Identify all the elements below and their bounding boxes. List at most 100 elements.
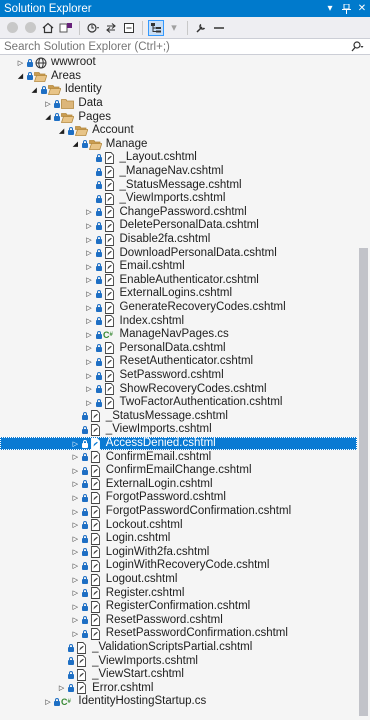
tree-item[interactable]: _Layout.cshtml — [0, 151, 357, 165]
tree-item[interactable]: ▷ ForgotPasswordConfirmation.cshtml — [0, 505, 357, 519]
forward-icon[interactable] — [22, 20, 38, 36]
tree-item[interactable]: ▷ TwoFactorAuthentication.cshtml — [0, 396, 357, 410]
expand-arrow-icon[interactable]: ▷ — [85, 384, 94, 394]
tree-item[interactable]: ▷ C # ManageNavPages.cs — [0, 328, 357, 342]
expand-arrow-icon[interactable]: ▷ — [71, 466, 80, 476]
search-icon[interactable] — [344, 41, 370, 52]
collapse-arrow-icon[interactable]: ◢ — [30, 85, 39, 95]
expand-arrow-icon[interactable]: ▷ — [71, 547, 80, 557]
expand-arrow-icon[interactable]: ▷ — [71, 479, 80, 489]
expand-arrow-icon[interactable]: ▷ — [16, 58, 25, 68]
expand-arrow-icon[interactable]: ▷ — [57, 683, 66, 693]
tree-item[interactable]: ◢ Areas — [0, 70, 357, 84]
collapse-arrow-icon[interactable]: ◢ — [16, 71, 25, 81]
tree-item[interactable]: ▷ LoginWithRecoveryCode.cshtml — [0, 559, 357, 573]
dropdown-icon[interactable]: ▾ — [322, 1, 338, 17]
tree-item[interactable]: _ViewImports.cshtml — [0, 423, 357, 437]
tree-item[interactable]: ▷ EnableAuthenticator.cshtml — [0, 274, 357, 288]
show-all-files-icon[interactable] — [148, 19, 164, 36]
expand-arrow-icon[interactable]: ▷ — [71, 520, 80, 530]
expand-arrow-icon[interactable]: ▷ — [71, 561, 80, 571]
tree-item[interactable]: ▷ DownloadPersonalData.cshtml — [0, 246, 357, 260]
tree-item[interactable]: ▷ Data — [0, 97, 357, 111]
collapse-arrow-icon[interactable]: ◢ — [43, 112, 52, 122]
scrollbar-thumb[interactable] — [359, 248, 368, 716]
search-input[interactable] — [4, 40, 344, 53]
expand-arrow-icon[interactable]: ▷ — [85, 221, 94, 231]
tree-item[interactable]: ▷ GenerateRecoveryCodes.cshtml — [0, 301, 357, 315]
tree-item[interactable]: ▷ ExternalLogins.cshtml — [0, 287, 357, 301]
expand-arrow-icon[interactable]: ▷ — [71, 615, 80, 625]
tree-item[interactable]: ▷ wwwroot — [0, 56, 357, 70]
tree-item[interactable]: ▷ SetPassword.cshtml — [0, 369, 357, 383]
expand-arrow-icon[interactable]: ▷ — [85, 235, 94, 245]
expand-arrow-icon[interactable]: ▷ — [71, 452, 80, 462]
tree-item[interactable]: ▷ ConfirmEmailChange.cshtml — [0, 464, 357, 478]
tree-item[interactable]: ▷ ShowRecoveryCodes.cshtml — [0, 382, 357, 396]
sync-icon[interactable] — [103, 20, 119, 36]
tree-item[interactable]: ◢ Pages — [0, 110, 357, 124]
expand-arrow-icon[interactable]: ▷ — [85, 207, 94, 217]
tree-item[interactable]: ◢ Account — [0, 124, 357, 138]
tree-item[interactable]: ▷ ExternalLogin.cshtml — [0, 478, 357, 492]
home-icon[interactable] — [40, 20, 56, 36]
dropdown-arrow-icon[interactable]: ▾ — [166, 20, 182, 36]
tree-item[interactable]: ▷ AccessDenied.cshtml — [0, 436, 357, 451]
tree-item[interactable]: _ValidationScriptsPartial.cshtml — [0, 641, 357, 655]
expand-arrow-icon[interactable]: ▷ — [85, 398, 94, 408]
tree-item[interactable]: _ViewStart.cshtml — [0, 668, 357, 682]
tree-item[interactable]: ▷ Login.cshtml — [0, 532, 357, 546]
expand-arrow-icon[interactable]: ▷ — [71, 439, 80, 449]
tree-item[interactable]: ▷ Disable2fa.cshtml — [0, 233, 357, 247]
tree-item[interactable]: ▷ PersonalData.cshtml — [0, 342, 357, 356]
tree-item[interactable]: ◢ Identity — [0, 83, 357, 97]
pending-changes-filter-icon[interactable] — [85, 20, 101, 36]
expand-arrow-icon[interactable]: ▷ — [85, 262, 94, 272]
expand-arrow-icon[interactable]: ▷ — [71, 493, 80, 503]
switch-views-icon[interactable] — [58, 20, 74, 36]
tree-item[interactable]: ◢ Manage — [0, 138, 357, 152]
expand-arrow-icon[interactable]: ▷ — [71, 534, 80, 544]
expand-arrow-icon[interactable]: ▷ — [71, 602, 80, 612]
collapse-arrow-icon[interactable]: ◢ — [57, 126, 66, 136]
expand-arrow-icon[interactable]: ▷ — [71, 629, 80, 639]
tree-item[interactable]: ▷ Lockout.cshtml — [0, 518, 357, 532]
tree-item[interactable]: _ViewImports.cshtml — [0, 654, 357, 668]
preview-icon[interactable] — [211, 20, 227, 36]
expand-arrow-icon[interactable]: ▷ — [85, 275, 94, 285]
tree-item[interactable]: ▷ ForgotPassword.cshtml — [0, 491, 357, 505]
tree-item[interactable]: ▷ C # IdentityHostingStartup.cs — [0, 695, 357, 709]
tree-item[interactable]: ▷ DeletePersonalData.cshtml — [0, 219, 357, 233]
expand-arrow-icon[interactable]: ▷ — [85, 248, 94, 258]
tree-item[interactable]: _ViewImports.cshtml — [0, 192, 357, 206]
expand-arrow-icon[interactable]: ▷ — [71, 575, 80, 585]
collapse-arrow-icon[interactable]: ◢ — [71, 139, 80, 149]
tree-item[interactable]: ▷ ResetPasswordConfirmation.cshtml — [0, 627, 357, 641]
tree-item[interactable]: ▷ Register.cshtml — [0, 586, 357, 600]
tree-item[interactable]: ▷ Logout.cshtml — [0, 573, 357, 587]
expand-arrow-icon[interactable]: ▷ — [71, 588, 80, 598]
expand-arrow-icon[interactable]: ▷ — [85, 303, 94, 313]
expand-arrow-icon[interactable]: ▷ — [43, 697, 52, 707]
close-icon[interactable]: ✕ — [354, 1, 370, 17]
tree-item[interactable]: _StatusMessage.cshtml — [0, 178, 357, 192]
tree-item[interactable]: ▷ ResetPassword.cshtml — [0, 614, 357, 628]
expand-arrow-icon[interactable]: ▷ — [85, 316, 94, 326]
expand-arrow-icon[interactable]: ▷ — [85, 289, 94, 299]
expand-arrow-icon[interactable]: ▷ — [85, 357, 94, 367]
collapse-all-icon[interactable] — [121, 20, 137, 36]
expand-arrow-icon[interactable]: ▷ — [43, 99, 52, 109]
tree-item[interactable]: ▷ LoginWith2fa.cshtml — [0, 546, 357, 560]
tree-item[interactable]: ▷ ResetAuthenticator.cshtml — [0, 355, 357, 369]
expand-arrow-icon[interactable]: ▷ — [71, 507, 80, 517]
tree-item[interactable]: _ManageNav.cshtml — [0, 165, 357, 179]
tree-item[interactable]: ▷ Error.cshtml — [0, 682, 357, 696]
tree-item[interactable]: ▷ ChangePassword.cshtml — [0, 206, 357, 220]
tree-item[interactable]: ▷ Index.cshtml — [0, 314, 357, 328]
tree-item[interactable]: ▷ Email.cshtml — [0, 260, 357, 274]
expand-arrow-icon[interactable]: ▷ — [85, 343, 94, 353]
properties-icon[interactable] — [193, 20, 209, 36]
tree-item[interactable]: ▷ ConfirmEmail.cshtml — [0, 450, 357, 464]
expand-arrow-icon[interactable]: ▷ — [85, 330, 94, 340]
back-icon[interactable] — [4, 20, 20, 36]
